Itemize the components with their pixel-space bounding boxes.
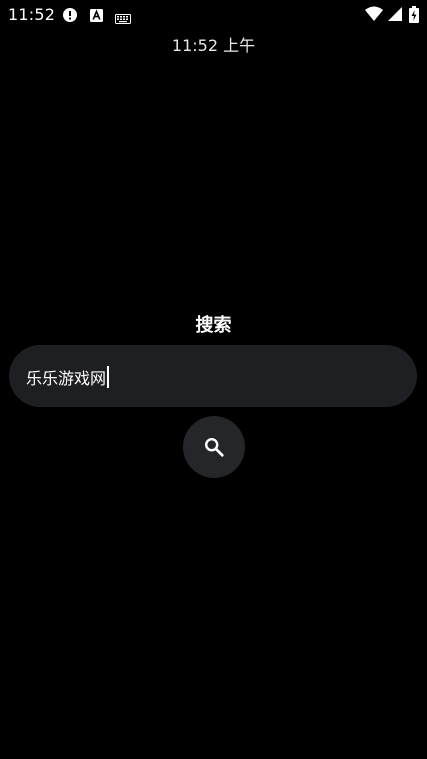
header-clock: 11:52 上午 bbox=[171, 36, 256, 55]
search-button[interactable] bbox=[183, 416, 245, 478]
battery-charging-icon bbox=[409, 6, 419, 27]
wifi-icon bbox=[365, 6, 383, 26]
screen: 11:52 11:52 上午 搜索 乐乐游戏网 bbox=[0, 0, 427, 759]
search-input[interactable]: 乐乐游戏网 bbox=[9, 345, 417, 407]
search-input-value-wrap: 乐乐游戏网 bbox=[26, 365, 110, 389]
text-cursor bbox=[107, 366, 110, 388]
status-time: 11:52 bbox=[8, 5, 56, 24]
font-a-icon bbox=[90, 7, 104, 22]
keyboard-icon bbox=[115, 9, 131, 24]
search-title: 搜索 bbox=[195, 315, 232, 336]
search-icon bbox=[203, 436, 225, 458]
status-bar: 11:52 bbox=[0, 0, 427, 30]
alert-icon bbox=[63, 7, 77, 22]
cell-signal-icon bbox=[387, 6, 402, 26]
search-input-value: 乐乐游戏网 bbox=[26, 369, 107, 388]
